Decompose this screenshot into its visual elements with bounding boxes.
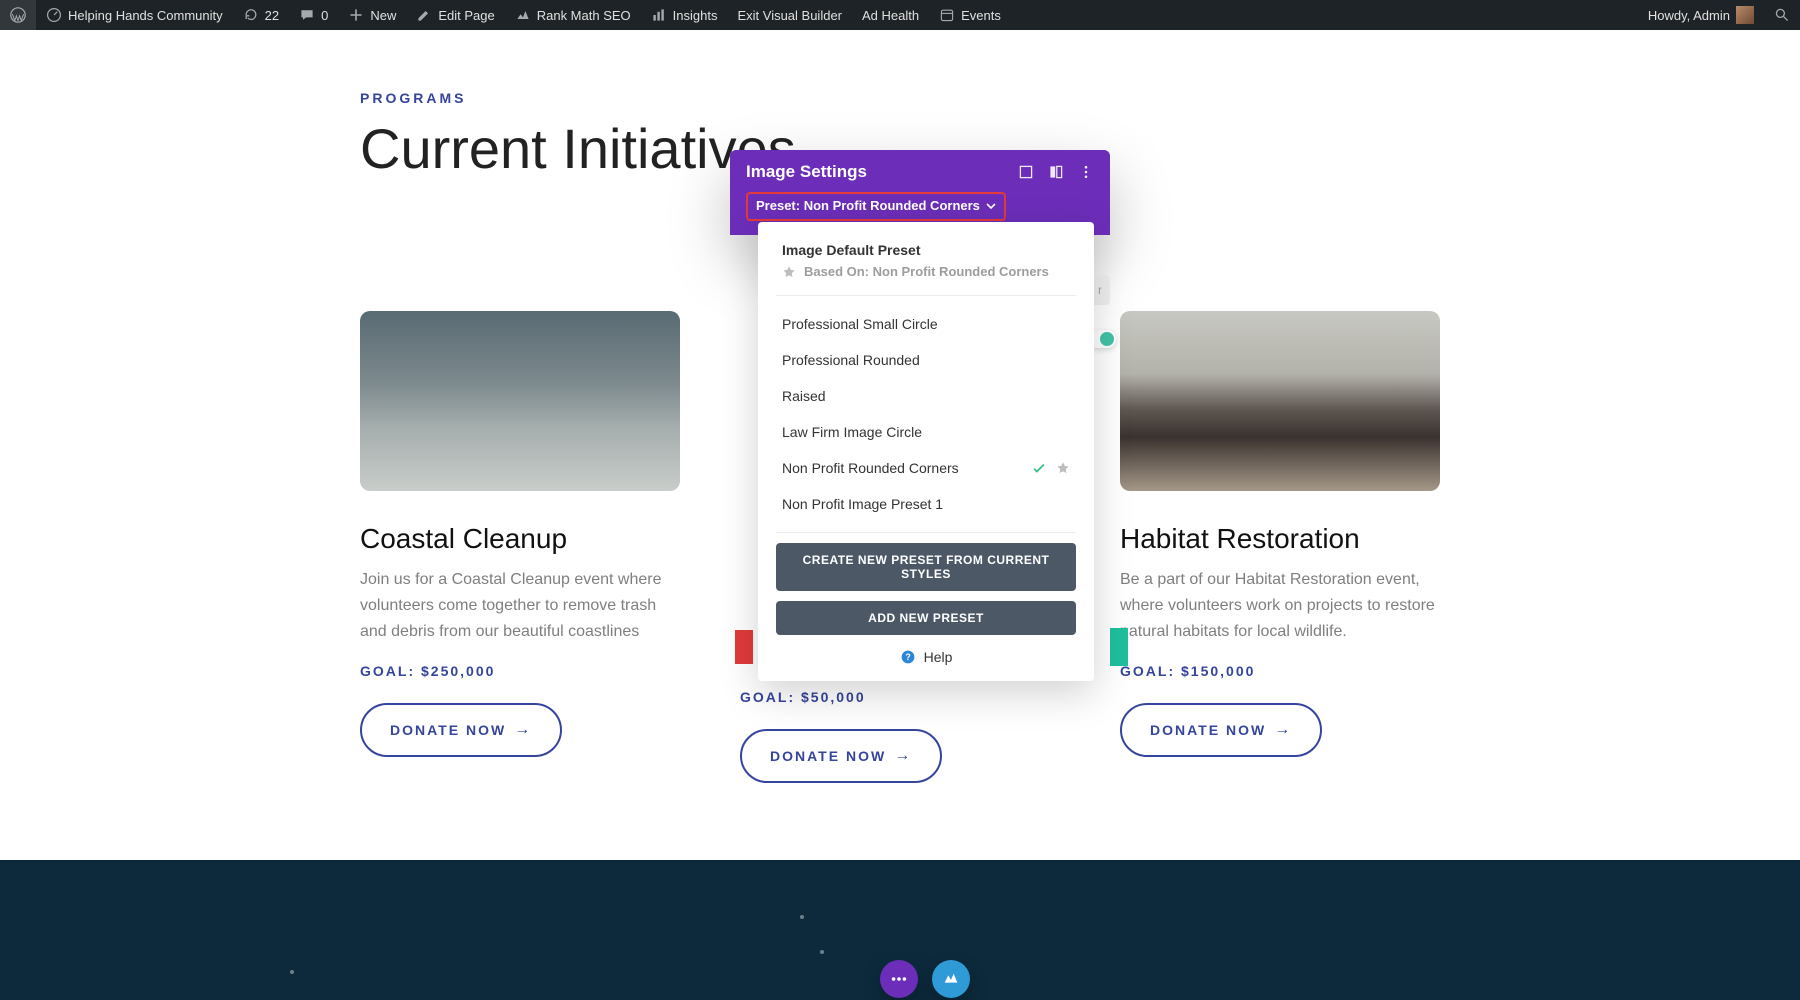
preset-option-label: Non Profit Rounded Corners bbox=[782, 460, 959, 476]
wordpress-icon bbox=[10, 7, 26, 23]
updates-icon bbox=[243, 7, 259, 23]
create-preset-button[interactable]: CREATE NEW PRESET FROM CURRENT STYLES bbox=[776, 543, 1076, 591]
arrow-icon: → bbox=[514, 721, 532, 739]
star-icon bbox=[782, 265, 796, 279]
plus-icon bbox=[348, 7, 364, 23]
arrow-icon: → bbox=[1274, 721, 1292, 739]
help-icon: ? bbox=[900, 649, 916, 665]
arrow-icon: → bbox=[894, 747, 912, 765]
based-on-row: Based On: Non Profit Rounded Corners bbox=[782, 264, 1070, 279]
calendar-icon bbox=[939, 7, 955, 23]
snap-icon[interactable] bbox=[1048, 164, 1064, 180]
avatar bbox=[1736, 6, 1754, 24]
preset-option[interactable]: Non Profit Rounded Corners bbox=[758, 450, 1094, 486]
bars-icon bbox=[651, 7, 667, 23]
preset-option[interactable]: Professional Small Circle bbox=[758, 306, 1094, 342]
insights-item[interactable]: Insights bbox=[641, 0, 728, 30]
site-name-item[interactable]: Helping Hands Community bbox=[36, 0, 233, 30]
preset-option-label: Law Firm Image Circle bbox=[782, 424, 922, 440]
card-image[interactable] bbox=[360, 311, 680, 491]
comments-icon bbox=[299, 7, 315, 23]
initiative-card: Coastal Cleanup Join us for a Coastal Cl… bbox=[360, 311, 680, 783]
modal-title: Image Settings bbox=[746, 162, 867, 182]
rankmath-icon bbox=[515, 7, 531, 23]
initiative-card: Habitat Restoration Be a part of our Hab… bbox=[1120, 311, 1440, 783]
new-label: New bbox=[370, 8, 396, 23]
card-image[interactable] bbox=[1120, 311, 1440, 491]
preset-option-label: Professional Rounded bbox=[782, 352, 920, 368]
exit-vb-item[interactable]: Exit Visual Builder bbox=[727, 0, 852, 30]
preset-option[interactable]: Raised bbox=[758, 378, 1094, 414]
howdy-item[interactable]: Howdy, Admin bbox=[1638, 0, 1764, 30]
card-goal: GOAL: $250,000 bbox=[360, 663, 680, 679]
new-item[interactable]: New bbox=[338, 0, 406, 30]
events-item[interactable]: Events bbox=[929, 0, 1011, 30]
search-icon bbox=[1774, 7, 1790, 23]
divi-delete-handle[interactable] bbox=[735, 630, 753, 664]
rankmath-item[interactable]: Rank Math SEO bbox=[505, 0, 641, 30]
card-title: Coastal Cleanup bbox=[360, 523, 680, 555]
updates-count: 22 bbox=[265, 8, 279, 23]
check-icon bbox=[1032, 461, 1046, 475]
divi-layers-button[interactable] bbox=[932, 960, 970, 998]
add-preset-button[interactable]: ADD NEW PRESET bbox=[776, 601, 1076, 635]
preset-option[interactable]: Non Profit Image Preset 1 bbox=[758, 486, 1094, 522]
help-link[interactable]: ? Help bbox=[758, 649, 1094, 665]
comments-item[interactable]: 0 bbox=[289, 0, 338, 30]
site-name: Helping Hands Community bbox=[68, 8, 223, 23]
comments-count: 0 bbox=[321, 8, 328, 23]
preset-option[interactable]: Law Firm Image Circle bbox=[758, 414, 1094, 450]
card-desc: Be a part of our Habitat Restoration eve… bbox=[1120, 567, 1440, 645]
divi-more-button[interactable] bbox=[880, 960, 918, 998]
card-desc: Join us for a Coastal Cleanup event wher… bbox=[360, 567, 680, 645]
preset-selector[interactable]: Preset: Non Profit Rounded Corners bbox=[746, 192, 1006, 221]
wp-logo[interactable] bbox=[0, 0, 36, 30]
donate-button[interactable]: DONATE NOW → bbox=[1120, 703, 1322, 757]
donate-button[interactable]: DONATE NOW → bbox=[740, 729, 942, 783]
default-preset-title[interactable]: Image Default Preset bbox=[782, 242, 1070, 258]
card-goal: GOAL: $50,000 bbox=[740, 689, 1060, 705]
layers-icon bbox=[942, 970, 960, 988]
dots-icon bbox=[890, 970, 908, 988]
card-title: Habitat Restoration bbox=[1120, 523, 1440, 555]
card-goal: GOAL: $150,000 bbox=[1120, 663, 1440, 679]
image-settings-modal: Image Settings Preset: Non Profit Rounde… bbox=[730, 150, 1110, 235]
section-eyebrow: PROGRAMS bbox=[360, 90, 1440, 106]
search-toggle[interactable] bbox=[1764, 0, 1800, 30]
preset-option[interactable]: Professional Rounded bbox=[758, 342, 1094, 378]
svg-text:?: ? bbox=[905, 652, 910, 662]
ad-health-item[interactable]: Ad Health bbox=[852, 0, 929, 30]
preset-option-label: Raised bbox=[782, 388, 826, 404]
star-icon[interactable] bbox=[1056, 461, 1070, 475]
wp-admin-bar: Helping Hands Community 22 0 New Edit Pa… bbox=[0, 0, 1800, 30]
divi-section-handle[interactable] bbox=[1110, 628, 1128, 666]
pencil-icon bbox=[416, 7, 432, 23]
preset-option-label: Non Profit Image Preset 1 bbox=[782, 496, 943, 512]
preset-option-label: Professional Small Circle bbox=[782, 316, 938, 332]
preset-dropdown: Image Default Preset Based On: Non Profi… bbox=[758, 222, 1094, 681]
edit-page-item[interactable]: Edit Page bbox=[406, 0, 504, 30]
updates-item[interactable]: 22 bbox=[233, 0, 289, 30]
kebab-icon[interactable] bbox=[1078, 164, 1094, 180]
expand-icon[interactable] bbox=[1018, 164, 1034, 180]
chevron-down-icon bbox=[986, 201, 996, 211]
dashboard-icon bbox=[46, 7, 62, 23]
donate-button[interactable]: DONATE NOW → bbox=[360, 703, 562, 757]
